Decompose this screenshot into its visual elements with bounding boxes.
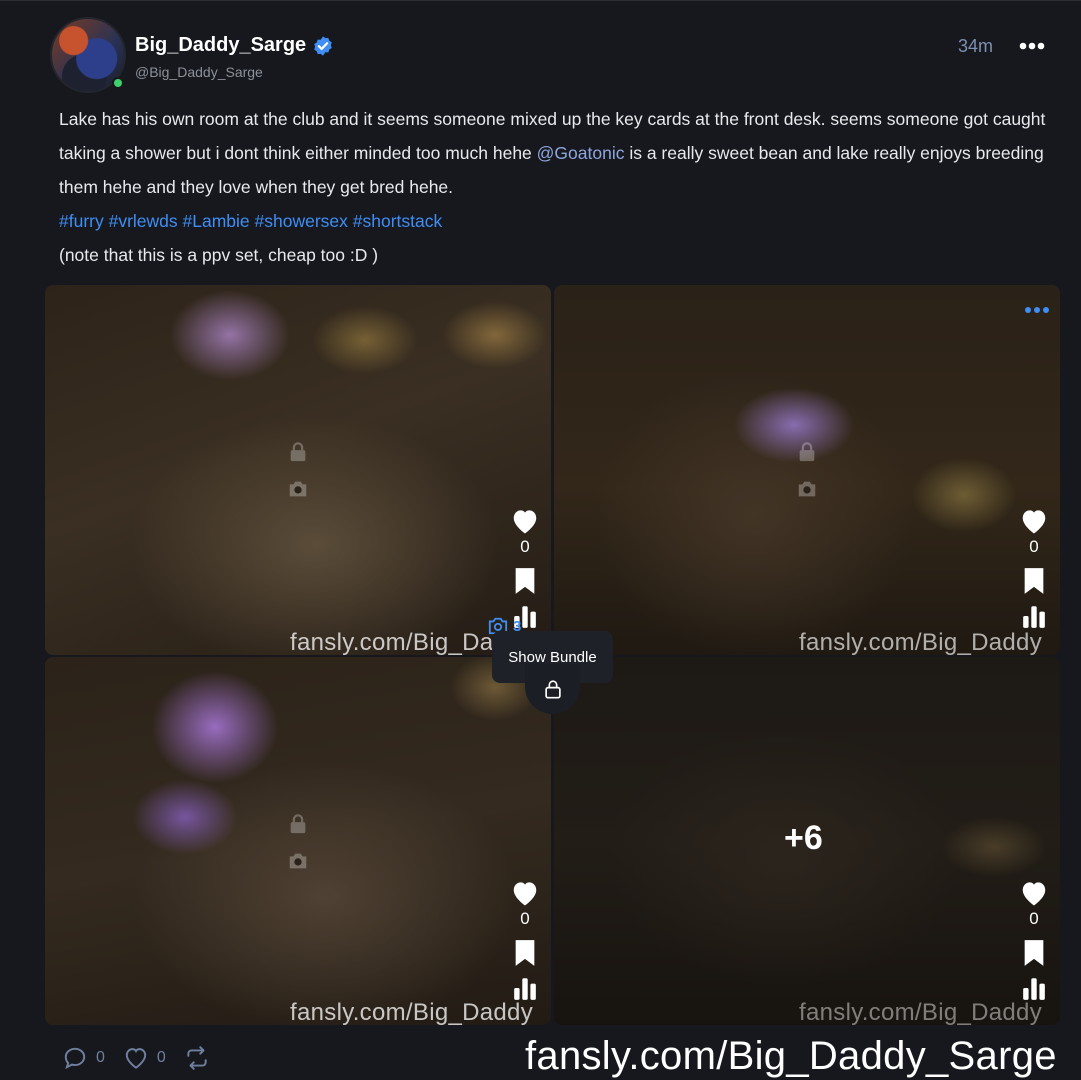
bookmark-icon[interactable]: [513, 567, 537, 595]
camera-icon: [289, 853, 307, 869]
media-more-icon[interactable]: [1024, 305, 1050, 315]
mention-link[interactable]: @Goatonic: [537, 143, 625, 163]
like-count: 0: [520, 537, 530, 556]
media-actions: 0: [509, 507, 541, 629]
post-time: 34m: [958, 36, 994, 56]
lock-icon: [544, 680, 561, 699]
comment-button[interactable]: 0: [62, 1045, 105, 1071]
repost-button[interactable]: [184, 1045, 210, 1071]
heart-icon[interactable]: [510, 879, 540, 907]
post-footer: 0 0: [62, 1045, 210, 1071]
stats-icon[interactable]: [1021, 975, 1047, 1001]
lock-icon: [799, 442, 815, 462]
verified-icon: [314, 35, 332, 56]
like-count: 0: [1029, 537, 1039, 556]
media-tile-4[interactable]: +6 0 fansly.com/Big_Daddy: [554, 657, 1060, 1025]
like-button[interactable]: 0: [123, 1045, 166, 1071]
more-media-count[interactable]: +6: [784, 819, 823, 858]
post-text: Lake has his own room at the club and it…: [59, 102, 1049, 272]
media-watermark: fansly.com/Big_Da: [290, 629, 494, 655]
like-count: 0: [520, 909, 530, 928]
media-actions: 0: [509, 879, 541, 1001]
media-actions: 0: [1018, 507, 1050, 629]
like-count: 0: [156, 1049, 166, 1066]
camera-icon: [289, 481, 307, 497]
lock-icon: [290, 814, 306, 834]
repost-icon: [187, 1046, 207, 1070]
more-options-icon[interactable]: [1018, 39, 1046, 53]
heart-icon[interactable]: [510, 507, 540, 535]
avatar[interactable]: [50, 17, 126, 93]
media-watermark: fansly.com/Big_Daddy: [799, 629, 1042, 655]
username[interactable]: @Big_Daddy_Sarge: [135, 64, 263, 80]
online-status-dot: [112, 77, 124, 89]
stats-icon[interactable]: [1021, 603, 1047, 629]
media-tile-2[interactable]: 0 fansly.com/Big_Daddy: [554, 285, 1060, 655]
media-watermark: fansly.com/Big_Daddy: [799, 999, 1042, 1025]
like-count: 0: [1029, 909, 1039, 928]
overlay-watermark: fansly.com/Big_Daddy_Sarge: [525, 1034, 1057, 1078]
comment-count: 0: [96, 1049, 105, 1066]
camera-icon: [798, 481, 816, 497]
heart-icon[interactable]: [1019, 507, 1049, 535]
bookmark-icon[interactable]: [1022, 939, 1046, 967]
media-actions: 0: [1018, 879, 1050, 1001]
media-tile-1[interactable]: 0 fansly.com/Big_Da: [45, 285, 551, 655]
bookmark-icon[interactable]: [1022, 567, 1046, 595]
media-tile-3[interactable]: 0 fansly.com/Big_Daddy: [45, 657, 551, 1025]
media-watermark: fansly.com/Big_Daddy: [290, 999, 533, 1025]
post-note: (note that this is a ppv set, cheap too …: [59, 245, 379, 265]
stats-icon[interactable]: [512, 975, 538, 1001]
bookmark-icon[interactable]: [513, 939, 537, 967]
lock-icon: [290, 442, 306, 462]
hashtags[interactable]: #furry #vrlewds #Lambie #showersex #shor…: [59, 211, 442, 231]
display-name[interactable]: Big_Daddy_Sarge: [135, 34, 306, 57]
post-card: Big_Daddy_Sarge @Big_Daddy_Sarge 34m Lak…: [0, 0, 1081, 1080]
heart-icon: [125, 1048, 147, 1069]
comment-icon: [64, 1047, 86, 1070]
display-name-row[interactable]: Big_Daddy_Sarge: [135, 34, 334, 57]
heart-icon[interactable]: [1019, 879, 1049, 907]
